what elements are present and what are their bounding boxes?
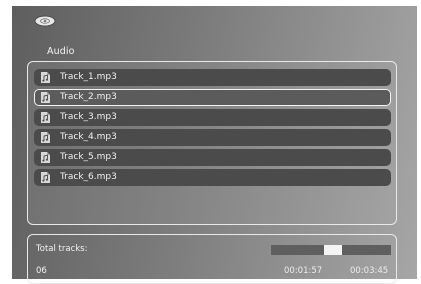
track-row[interactable]: Track_1.mp3 bbox=[34, 69, 391, 86]
audio-file-icon bbox=[41, 172, 50, 183]
track-label: Track_6.mp3 bbox=[60, 172, 117, 182]
audio-file-icon bbox=[41, 72, 50, 83]
progress-indicator bbox=[324, 245, 342, 255]
track-label: Track_5.mp3 bbox=[60, 152, 117, 162]
audio-file-icon bbox=[41, 132, 50, 143]
total-tracks-label: Total tracks: bbox=[36, 244, 88, 254]
disc-icon bbox=[34, 15, 56, 27]
track-label: Track_1.mp3 bbox=[60, 72, 117, 82]
track-label: Track_3.mp3 bbox=[60, 112, 117, 122]
playback-status: Total tracks: 06 00:01:57 00:03:45 bbox=[27, 234, 397, 284]
audio-file-icon bbox=[41, 112, 50, 123]
track-list: Track_1.mp3 Track_2.mp3 Track_3.mp3 Trac… bbox=[27, 61, 397, 225]
progress-bar[interactable] bbox=[271, 245, 391, 255]
track-row[interactable]: Track_5.mp3 bbox=[34, 149, 391, 166]
total-tracks-count: 06 bbox=[36, 266, 47, 276]
track-row[interactable]: Track_4.mp3 bbox=[34, 129, 391, 146]
audio-file-icon bbox=[41, 152, 50, 163]
track-label: Track_2.mp3 bbox=[60, 92, 117, 102]
elapsed-time: 00:01:57 bbox=[284, 266, 323, 276]
page-title: Audio bbox=[47, 46, 75, 57]
track-row[interactable]: Track_6.mp3 bbox=[34, 169, 391, 186]
track-row[interactable]: Track_3.mp3 bbox=[34, 109, 391, 126]
media-player-screen: Audio Track_1.mp3 Track_2.mp3 Track_3.mp… bbox=[0, 0, 421, 284]
track-label: Track_4.mp3 bbox=[60, 132, 117, 142]
track-row-selected[interactable]: Track_2.mp3 bbox=[34, 89, 391, 106]
total-time: 00:03:45 bbox=[350, 266, 389, 276]
audio-file-icon bbox=[41, 92, 50, 103]
